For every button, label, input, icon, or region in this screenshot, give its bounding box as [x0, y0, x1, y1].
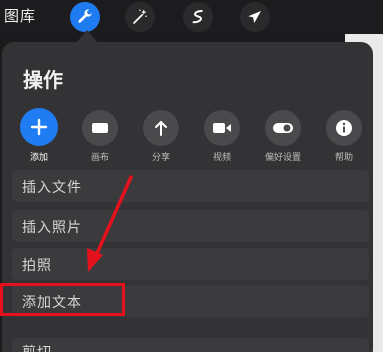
tab-share-circle	[143, 110, 179, 146]
magic-wand-icon	[133, 9, 147, 24]
video-camera-icon	[213, 123, 231, 133]
popover-pointer	[77, 30, 97, 42]
tab-add-circle	[20, 108, 58, 146]
top-toolbar: 图库	[0, 0, 383, 34]
menu-item-label: 拍照	[22, 258, 52, 274]
tab-share[interactable]: 分享	[136, 110, 186, 163]
panel-title: 操作	[23, 68, 63, 92]
canvas-icon	[92, 123, 108, 133]
adjustments-button[interactable]	[125, 2, 155, 32]
menu-item-label: 插入文件	[22, 180, 82, 196]
tab-preferences-circle	[265, 110, 301, 146]
toggle-icon	[273, 123, 293, 133]
tab-help-circle	[326, 110, 362, 146]
smudge-icon	[192, 10, 203, 24]
tab-canvas[interactable]: 画布	[75, 110, 125, 163]
info-icon	[336, 120, 352, 136]
tab-label: 添加	[29, 153, 48, 163]
tab-video-circle	[204, 110, 240, 146]
menu-item-label: 插入照片	[22, 220, 82, 236]
tab-video[interactable]: 视频	[197, 110, 247, 163]
selection-button[interactable]	[183, 2, 213, 32]
menu-item-take-photo[interactable]: 拍照	[12, 248, 369, 280]
tab-canvas-circle	[82, 110, 118, 146]
annotation-highlight-box	[0, 283, 125, 316]
tab-label: 视频	[212, 153, 231, 163]
tab-label: 帮助	[334, 153, 353, 163]
actions-wrench-button[interactable]	[70, 2, 100, 32]
menu-item-cut[interactable]: 剪切	[12, 338, 369, 352]
plus-icon	[30, 118, 48, 136]
tab-preferences[interactable]: 偏好设置	[258, 110, 308, 163]
tab-label: 分享	[151, 153, 170, 163]
tab-add[interactable]: 添加	[14, 108, 64, 163]
tab-label: 偏好设置	[264, 153, 301, 163]
share-arrow-icon	[155, 121, 167, 136]
menu-item-insert-file[interactable]: 插入文件	[12, 170, 369, 202]
menu-item-label: 剪切	[22, 342, 52, 352]
tab-label: 画布	[90, 153, 109, 163]
transform-button[interactable]	[240, 2, 270, 32]
tab-help[interactable]: 帮助	[319, 110, 369, 163]
cursor-arrow-icon	[248, 11, 261, 23]
gallery-link[interactable]: 图库	[4, 5, 36, 26]
wrench-icon	[78, 9, 92, 23]
menu-item-insert-photo[interactable]: 插入照片	[12, 210, 369, 242]
